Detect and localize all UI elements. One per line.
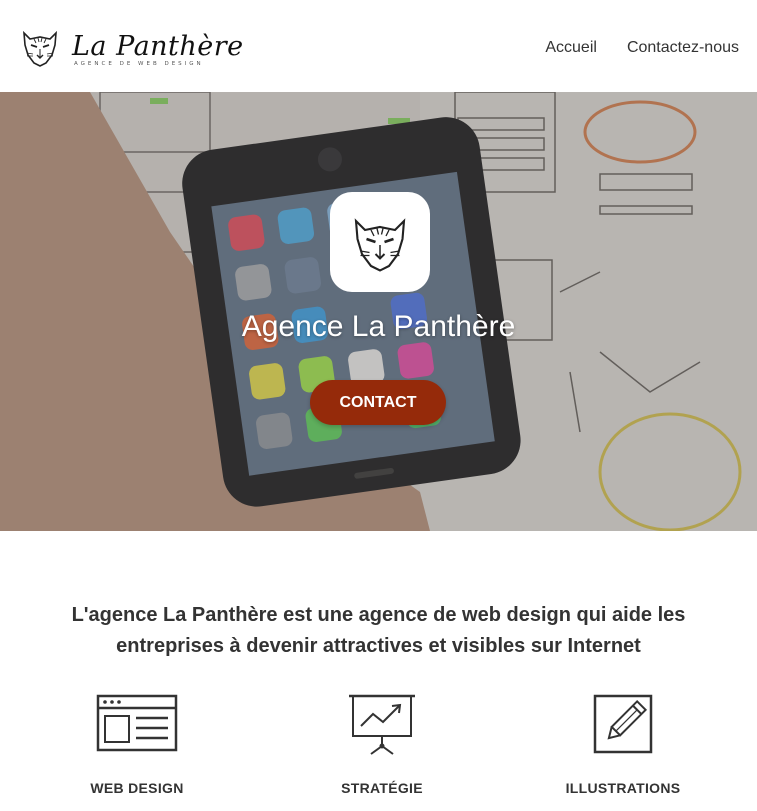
site-header: La Panthère AGENCE DE WEB DESIGN Accueil…: [0, 0, 757, 92]
nav-link-accueil[interactable]: Accueil: [545, 38, 597, 58]
feature-illustrations: ILLUSTRATIONS: [523, 690, 723, 796]
presentation-chart-icon: [349, 694, 415, 755]
feature-web-design: WEB DESIGN: [37, 690, 237, 796]
hero-title: Agence La Panthère: [241, 310, 516, 343]
nav-link-contact[interactable]: Contactez-nous: [627, 38, 739, 58]
panther-logo-icon: [23, 30, 57, 67]
features-section: WEB DESIGN STRATÉGIE ILLUSTRATIONS: [0, 690, 757, 811]
pencil-icon: [593, 694, 653, 754]
logo-name: La Panthère: [72, 31, 244, 62]
feature-label: ILLUSTRATIONS: [565, 780, 681, 796]
hero-logo-badge: [330, 192, 430, 292]
hero-section: Agence La Panthère CONTACT: [0, 92, 757, 531]
panther-head-icon: [354, 218, 406, 272]
site-logo[interactable]: La Panthère AGENCE DE WEB DESIGN: [18, 24, 244, 70]
contact-button[interactable]: CONTACT: [310, 380, 446, 425]
main-nav: Accueil Contactez-nous: [545, 38, 739, 58]
logo-text: La Panthère AGENCE DE WEB DESIGN: [72, 31, 244, 68]
feature-strategie: STRATÉGIE: [282, 690, 482, 796]
feature-label: WEB DESIGN: [90, 780, 184, 796]
logo-tagline: AGENCE DE WEB DESIGN: [74, 61, 204, 67]
feature-label: STRATÉGIE: [341, 780, 423, 796]
browser-window-icon: [96, 694, 178, 752]
intro-text: L'agence La Panthère est une agence de w…: [71, 604, 686, 657]
